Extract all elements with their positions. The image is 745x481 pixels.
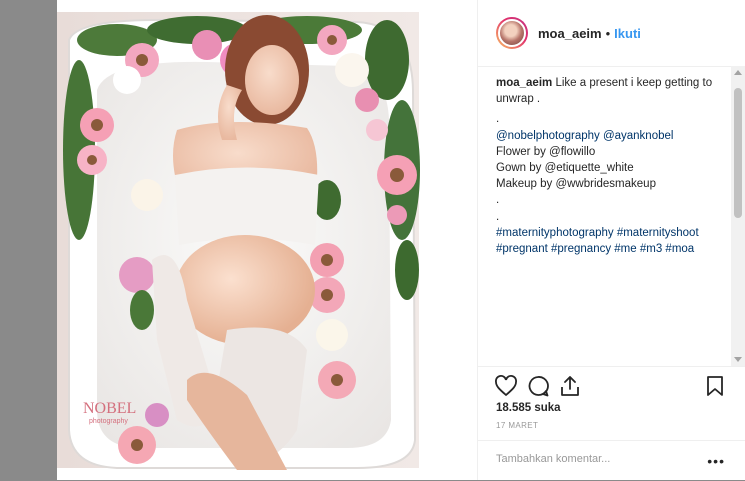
comment-form: ••• (478, 440, 745, 481)
username-link[interactable]: moa_aeim (538, 26, 602, 41)
separator-dot: • (605, 25, 611, 41)
watermark-title: NOBEL (83, 400, 136, 417)
post-modal: NOBEL photography moa_aeim • Ikuti moa_a… (57, 0, 745, 480)
caption-line: Makeup by @wwbridesmakeup (496, 178, 656, 191)
post-photo[interactable]: NOBEL photography (57, 0, 477, 480)
follow-button[interactable]: Ikuti (614, 26, 641, 41)
caption-line: . (496, 210, 500, 223)
watermark-subtitle: photography (89, 418, 128, 425)
post-image: NOBEL photography (57, 0, 477, 480)
caption: moa_aeim Like a present i keep getting t… (478, 67, 745, 353)
avatar[interactable] (496, 17, 528, 49)
caption-first-line: moa_aeim Like a present i keep getting t… (496, 75, 729, 107)
action-bar (478, 366, 745, 403)
caption-line: . (496, 113, 500, 126)
caption-mentions[interactable]: @nobelphotography @ayanknobel (496, 128, 729, 144)
post-header: moa_aeim • Ikuti (478, 0, 745, 67)
share-icon[interactable] (558, 374, 582, 398)
post-side-panel: moa_aeim • Ikuti moa_aeim Like a present… (477, 0, 745, 480)
more-options-icon[interactable]: ••• (707, 453, 725, 469)
heart-icon[interactable] (494, 374, 518, 398)
caption-line: . (496, 194, 500, 207)
scrollbar-thumb[interactable] (734, 88, 742, 218)
caption-line: Flower by @flowillo (496, 145, 596, 158)
bookmark-icon[interactable] (703, 374, 727, 398)
post-date[interactable]: 17 MARET (496, 421, 538, 430)
scroll-up-arrow-icon[interactable] (734, 70, 742, 75)
caption-hashtags[interactable]: #maternityphotography #maternityshoot #p… (496, 225, 729, 257)
scroll-down-arrow-icon[interactable] (734, 357, 742, 362)
caption-line: Gown by @etiquette_white (496, 162, 634, 175)
caption-scrollbar[interactable] (731, 66, 745, 366)
comment-icon[interactable] (526, 374, 550, 398)
like-count[interactable]: 18.585 suka (496, 402, 561, 414)
caption-username[interactable]: moa_aeim (496, 77, 552, 89)
comment-input[interactable] (496, 453, 676, 465)
